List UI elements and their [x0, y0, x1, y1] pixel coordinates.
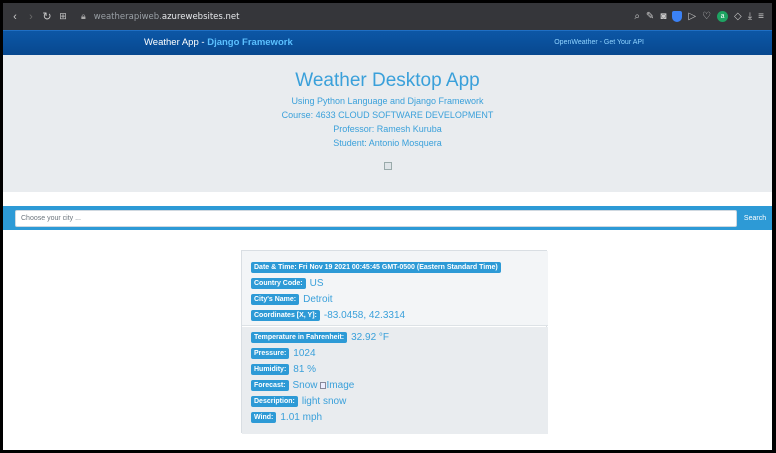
forward-icon[interactable]: › — [23, 11, 39, 23]
forecast-value: Snow — [292, 380, 318, 391]
datetime-badge: Date & Time: Fri Nov 19 2021 00:45:45 GM… — [251, 262, 501, 273]
address-bar[interactable]: 🔒︎ weatherapiweb. azurewebsites.net — [81, 12, 240, 22]
location-section: Date & Time: Fri Nov 19 2021 00:45:45 GM… — [242, 251, 548, 326]
brand-highlight: Django Framework — [207, 37, 293, 48]
url-prefix: weatherapiweb. — [93, 11, 162, 22]
edit-icon[interactable]: ✎ — [646, 11, 654, 22]
city-label: City's Name: — [251, 294, 300, 305]
shield-icon[interactable] — [672, 11, 683, 22]
forecast-row: Forecast: Snow Image — [251, 380, 354, 391]
broken-image-icon — [319, 382, 326, 389]
temperature-value: 32.92 °F — [351, 332, 390, 343]
wind-value: 1.01 mph — [280, 412, 323, 423]
humidity-label: Humidity: — [251, 364, 290, 375]
site-navbar: Weather App - Django Framework OpenWeath… — [3, 30, 772, 55]
cube-icon[interactable]: ◇ — [734, 11, 742, 22]
forecast-image: Image — [319, 380, 355, 391]
wind-label: Wind: — [251, 412, 277, 423]
extension-icons: ⌕ ✎ ◙ ▷ ♡ a ◇ ⤓ ≡ — [634, 3, 764, 30]
reload-icon[interactable]: ↻ — [39, 10, 55, 23]
city-row: City's Name: Detroit — [251, 294, 333, 305]
page-title: Weather Desktop App — [295, 70, 480, 91]
hero-student: Student: Antonio Mosquera — [333, 138, 442, 148]
search-bar: Choose your city ... Search — [3, 206, 772, 230]
brand-text: Weather App - — [144, 37, 208, 48]
wind-row: Wind: 1.01 mph — [251, 412, 322, 423]
description-value: light snow — [301, 396, 347, 407]
search-icon[interactable]: ⌕ — [634, 11, 640, 22]
back-icon[interactable]: ‹ — [7, 11, 23, 23]
lock-icon: 🔒︎ — [81, 11, 86, 22]
browser-toolbar: ‹ › ↻ ⊞ 🔒︎ weatherapiweb. azurewebsites.n… — [3, 3, 772, 30]
openweather-link[interactable]: OpenWeather - Get Your API — [554, 39, 644, 46]
download-icon[interactable]: ⤓ — [748, 11, 752, 22]
weather-result-card: Date & Time: Fri Nov 19 2021 00:45:45 GM… — [241, 250, 548, 434]
menu-icon[interactable]: ≡ — [758, 11, 764, 22]
country-value: US — [309, 278, 324, 289]
city-value: Detroit — [303, 294, 333, 305]
pressure-row: Pressure: 1024 — [251, 348, 316, 359]
coordinates-row: Coordinates [X, Y]: -83.0458, 42.3314 — [251, 310, 405, 321]
humidity-row: Humidity: 81 % — [251, 364, 316, 375]
coordinates-label: Coordinates [X, Y]: — [251, 310, 320, 321]
browser-window: ‹ › ↻ ⊞ 🔒︎ weatherapiweb. azurewebsites.n… — [3, 3, 772, 450]
tab-grid-icon[interactable]: ⊞ — [55, 11, 71, 22]
search-button[interactable]: Search — [740, 210, 770, 227]
coordinates-value: -83.0458, 42.3314 — [323, 310, 406, 321]
country-label: Country Code: — [251, 278, 306, 289]
temperature-row: Temperature in Fahrenheit: 32.92 °F — [251, 332, 389, 343]
extension-badge-icon[interactable]: a — [717, 11, 729, 22]
pressure-label: Pressure: — [251, 348, 290, 359]
description-label: Description: — [251, 396, 298, 407]
camera-icon[interactable]: ◙ — [660, 11, 666, 22]
city-search-input[interactable]: Choose your city ... — [15, 210, 737, 227]
temperature-label: Temperature in Fahrenheit: — [251, 332, 348, 343]
description-row: Description: light snow — [251, 396, 346, 407]
url-host: azurewebsites.net — [161, 11, 240, 22]
hero-professor: Professor: Ramesh Kuruba — [333, 124, 442, 134]
navbar-brand[interactable]: Weather App - Django Framework — [144, 37, 293, 48]
broken-image-icon — [383, 162, 392, 170]
datetime-row: Date & Time: Fri Nov 19 2021 00:45:45 GM… — [251, 262, 501, 273]
hero-course: Course: 4633 CLOUD SOFTWARE DEVELOPMENT — [281, 110, 494, 120]
hero-jumbotron: Weather Desktop App Using Python Languag… — [3, 55, 772, 192]
forecast-label: Forecast: — [251, 380, 289, 391]
send-icon[interactable]: ▷ — [688, 11, 696, 22]
heart-icon[interactable]: ♡ — [702, 11, 711, 22]
forecast-image-alt: Image — [326, 380, 355, 391]
country-row: Country Code: US — [251, 278, 324, 289]
hero-subtitle: Using Python Language and Django Framewo… — [291, 96, 484, 106]
humidity-value: 81 % — [293, 364, 317, 375]
pressure-value: 1024 — [293, 348, 316, 359]
conditions-section: Temperature in Fahrenheit: 32.92 °F Pres… — [242, 327, 548, 434]
